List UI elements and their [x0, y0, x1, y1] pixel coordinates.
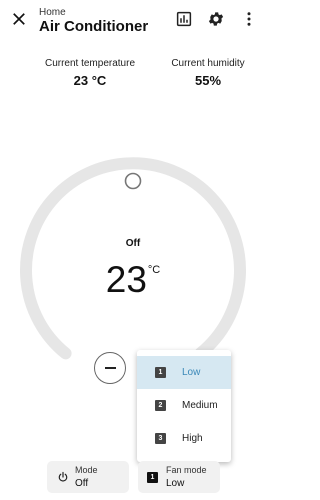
gear-icon[interactable] — [207, 10, 225, 28]
climate-dialog: Home Air Conditioner Current temperature… — [0, 0, 266, 500]
more-vert-icon[interactable] — [240, 10, 258, 28]
dial-handle[interactable] — [124, 172, 142, 190]
mode-label: Mode — [75, 465, 98, 475]
fan-mode-option-label: Medium — [182, 400, 218, 411]
current-humidity: Current humidity 55% — [148, 58, 268, 90]
target-temperature-value: 23 — [105, 259, 147, 300]
page-title: Air Conditioner — [39, 18, 149, 35]
fan-speed-1-icon: 1 — [155, 367, 166, 378]
temperature-unit: °C — [147, 264, 161, 276]
power-icon — [58, 471, 68, 482]
fan-speed-1-icon: 1 — [147, 472, 158, 483]
header-text: Home Air Conditioner — [39, 7, 148, 36]
history-chart-icon[interactable] — [175, 10, 193, 28]
close-icon[interactable] — [10, 10, 28, 28]
mode-select-chip[interactable]: Mode Off — [47, 461, 129, 493]
fan-mode-option-medium[interactable]: 2 Medium — [137, 389, 231, 422]
fan-speed-3-icon: 3 — [155, 433, 166, 444]
fan-mode-label: Fan mode — [166, 465, 207, 475]
current-humidity-value: 55% — [194, 73, 222, 88]
fan-mode-select-chip[interactable]: 1 Fan mode Low — [138, 461, 220, 493]
target-temperature: 23°C — [0, 258, 266, 302]
current-temperature-value: 23 °C — [73, 73, 107, 88]
decrease-temperature-button[interactable] — [94, 352, 126, 384]
fan-mode-option-low[interactable]: 1 Low — [137, 356, 231, 389]
fan-mode-option-label: High — [182, 433, 203, 444]
fan-speed-2-icon: 2 — [155, 400, 166, 411]
hvac-state: Off — [125, 238, 141, 249]
dialog-header: Home Air Conditioner — [0, 0, 266, 42]
breadcrumb: Home — [39, 7, 66, 18]
current-temperature: Current temperature 23 °C — [28, 58, 152, 90]
mode-value: Off — [75, 478, 89, 489]
fan-mode-value: Low — [166, 478, 185, 489]
current-humidity-label: Current humidity — [171, 58, 245, 69]
fan-mode-option-high[interactable]: 3 High — [137, 422, 231, 455]
fan-mode-option-label: Low — [182, 367, 201, 378]
minus-icon — [104, 367, 116, 369]
fan-mode-menu: 1 Low 2 Medium 3 High — [137, 350, 231, 462]
current-temperature-label: Current temperature — [44, 58, 136, 69]
